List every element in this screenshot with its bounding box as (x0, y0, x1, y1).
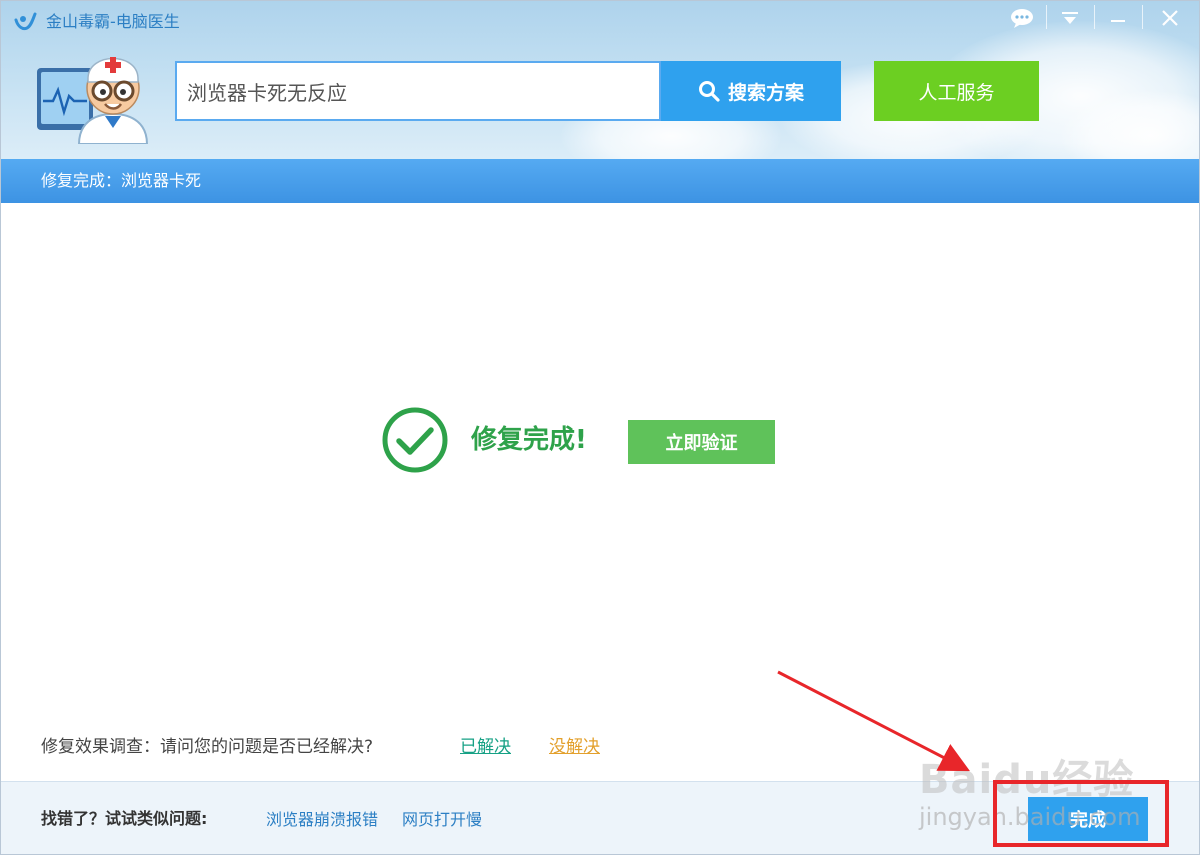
result-title: 修复完成! (471, 425, 587, 455)
app-logo-icon (14, 12, 37, 31)
chat-bubble-icon (1011, 9, 1033, 28)
human-service-label: 人工服务 (918, 81, 995, 104)
control-divider (1142, 5, 1143, 29)
footer: 找错了？试试类似问题: 浏览器崩溃报错 网页打开慢 完成 Baidu经验 jin… (1, 758, 1199, 854)
feedback-button[interactable] (999, 3, 1045, 33)
minimize-icon (1111, 20, 1125, 22)
status-bar: 修复完成：浏览器卡死 (1, 159, 1199, 203)
search-box (175, 61, 661, 121)
header: 金山毒霸-电脑医生 浏览器卡死无反应 搜索方案 人工服务 (1, 1, 1199, 159)
watermark-url: jingyan.baidu.com (919, 803, 1141, 831)
verify-button-label: 立即验证 (665, 433, 738, 454)
close-icon (1162, 10, 1178, 26)
unsolved-link[interactable]: 没解决 (549, 735, 600, 759)
similar-issue-link[interactable]: 网页打开慢 (402, 809, 482, 831)
similar-issues-label: 找错了？试试类似问题: (41, 809, 208, 828)
search-input[interactable] (177, 63, 659, 119)
minimize-button[interactable] (1095, 3, 1141, 33)
verify-now-button[interactable]: 立即验证 (628, 420, 775, 464)
search-icon (698, 81, 720, 102)
app-window: 金山毒霸-电脑医生 浏览器卡死无反应 搜索方案 人工服务 修复完成：浏览器卡死 … (0, 0, 1200, 855)
app-title: 金山毒霸-电脑医生 (46, 12, 180, 31)
survey-question: 修复效果调查：请问您的问题是否已经解决? (41, 737, 374, 757)
doctor-avatar-icon (37, 57, 149, 144)
close-button[interactable] (1147, 3, 1193, 33)
solved-link[interactable]: 已解决 (460, 735, 511, 759)
similar-issue-link[interactable]: 浏览器崩溃报错 (266, 809, 378, 831)
menu-button[interactable] (1047, 3, 1093, 33)
status-text: 修复完成：浏览器卡死 (41, 171, 202, 190)
search-button[interactable]: 搜索方案 (661, 61, 841, 121)
search-button-label: 搜索方案 (727, 81, 804, 104)
human-service-button[interactable]: 人工服务 (874, 61, 1039, 121)
baidu-watermark: Baidu经验 (919, 757, 1135, 803)
success-check-icon (382, 407, 448, 473)
menu-dropdown-icon (1062, 12, 1078, 24)
